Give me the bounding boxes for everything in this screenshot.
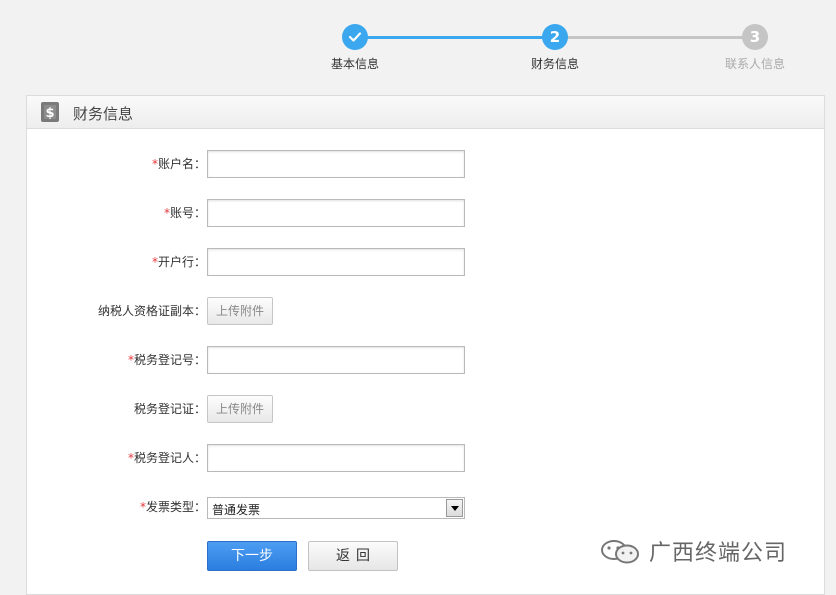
taxpayer-cert-upload-button[interactable]: 上传附件 [207, 297, 273, 325]
tax-reg-person-label: *税务登记人： [127, 451, 206, 465]
row-tax-reg-no: *税务登记号： [27, 345, 826, 375]
step-3-label: 联系人信息 [724, 57, 785, 71]
account-name-label: *账户名： [151, 157, 206, 171]
row-account-no: *账号： [27, 198, 826, 228]
row-bank: *开户行： [27, 247, 826, 277]
invoice-type-value: 普通发票 [212, 503, 261, 517]
row-tax-reg-person: *税务登记人： [27, 443, 826, 473]
panel-title: 财务信息 [73, 105, 134, 123]
step-1-circle [342, 24, 368, 50]
wechat-icon [601, 540, 639, 564]
account-no-input[interactable] [207, 199, 465, 227]
bank-label: *开户行： [151, 255, 206, 269]
step-2-label: 财务信息 [530, 57, 579, 71]
back-button[interactable]: 返回 [308, 541, 398, 571]
step-2-circle: 2 [542, 24, 568, 50]
step-connector-pending [567, 36, 743, 39]
next-step-button[interactable]: 下一步 [207, 541, 297, 571]
bank-input[interactable] [207, 248, 465, 276]
row-invoice-type: *发票类型： 普通发票 [27, 492, 826, 522]
watermark-text: 广西终端公司 [649, 541, 788, 566]
invoice-type-label: *发票类型： [139, 500, 206, 514]
progress-stepper: 2 3 基本信息 财务信息 联系人信息 [0, 0, 836, 90]
tax-reg-cert-label: 税务登记证： [133, 402, 206, 416]
row-taxpayer-cert: 纳税人资格证副本： 上传附件 [27, 296, 826, 326]
tax-reg-cert-upload-button[interactable]: 上传附件 [207, 395, 273, 423]
finance-info-panel: $ 财务信息 *账户名： *账号： *开户行： 纳税人资格证副本： 上传附件 *… [26, 95, 825, 595]
tax-reg-no-label: *税务登记号： [127, 353, 206, 367]
taxpayer-cert-label: 纳税人资格证副本： [97, 304, 206, 318]
row-tax-reg-cert: 税务登记证： 上传附件 [27, 394, 826, 424]
svg-text:$: $ [45, 106, 54, 121]
row-account-name: *账户名： [27, 149, 826, 179]
check-icon [348, 32, 362, 42]
dollar-document-icon: $ [41, 102, 59, 122]
panel-header: $ 财务信息 [27, 96, 824, 129]
account-no-label: *账号： [163, 206, 206, 220]
step-1-label: 基本信息 [330, 57, 379, 71]
invoice-type-select[interactable]: 普通发票 [207, 497, 465, 519]
tax-reg-person-input[interactable] [207, 444, 465, 472]
chevron-down-icon[interactable] [446, 499, 463, 517]
tax-reg-no-input[interactable] [207, 346, 465, 374]
step-3-circle: 3 [742, 24, 768, 50]
account-name-input[interactable] [207, 150, 465, 178]
step-connector-done [367, 36, 543, 39]
